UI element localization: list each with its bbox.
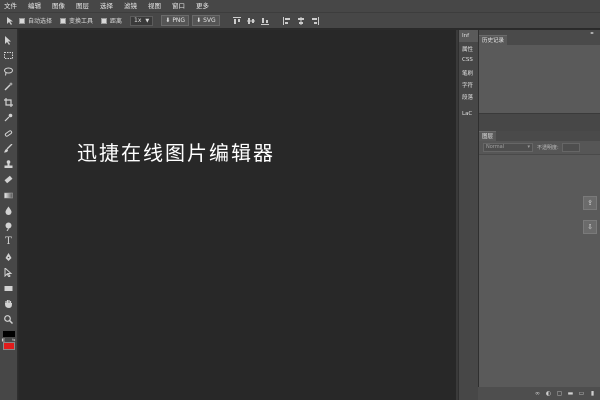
effects-icon[interactable]: ◐ <box>545 390 552 397</box>
tab-layers[interactable]: 图层 <box>479 131 497 141</box>
trash-icon[interactable]: ▮ <box>589 390 596 397</box>
zoom-icon[interactable] <box>2 312 16 326</box>
tools-panel: T ◧ ⇆ <box>0 29 18 400</box>
upload-icon: ⇪ <box>587 199 593 207</box>
tab-character[interactable]: 字符 <box>459 78 478 90</box>
stamp-icon[interactable] <box>2 157 16 171</box>
panel-tab-column: Inf 属性 CSS 笔刷 字符 段落 LaC <box>458 30 478 400</box>
auto-select-label: 自动选择 <box>28 18 53 25</box>
export-svg-button[interactable]: ⬇ SVG <box>192 15 220 26</box>
eyedropper-icon[interactable] <box>2 111 16 125</box>
download-icon: ⬇ <box>196 17 202 24</box>
menu-window[interactable]: 窗口 <box>172 0 185 12</box>
history-tab-bar: 历史记录 <box>479 35 600 45</box>
menu-layer[interactable]: 图层 <box>76 0 89 12</box>
menu-bar: 文件 编辑 图像 图层 选择 滤镜 视图 窗口 更多 <box>0 0 600 12</box>
menu-filter[interactable]: 滤镜 <box>124 0 137 12</box>
download-icon: ⬇ <box>165 17 171 24</box>
zoom-select[interactable]: 1x ▼ <box>130 15 154 26</box>
menu-select[interactable]: 选择 <box>100 0 113 12</box>
menu-file[interactable]: 文件 <box>4 0 17 12</box>
auto-select-option[interactable]: 自动选择 <box>19 16 52 25</box>
auto-select-checkbox[interactable] <box>19 17 25 24</box>
path-select-icon[interactable] <box>2 266 16 280</box>
lasso-icon[interactable] <box>2 64 16 78</box>
gradient-icon[interactable] <box>2 188 16 202</box>
tab-history[interactable]: 历史记录 <box>479 35 508 45</box>
tab-lac[interactable]: LaC <box>459 108 478 120</box>
opacity-label: 不透明度: <box>537 145 559 151</box>
align-center-icon[interactable] <box>297 16 306 25</box>
menu-more[interactable]: 更多 <box>196 0 209 12</box>
healing-icon[interactable] <box>2 126 16 140</box>
align-bottom-icon[interactable] <box>261 16 270 25</box>
marquee-icon[interactable] <box>2 49 16 63</box>
chevron-down-icon: ▼ <box>145 17 150 24</box>
brush-icon[interactable] <box>2 142 16 156</box>
menu-view[interactable]: 视图 <box>148 0 161 12</box>
layers-footer: ∞ ◐ ▢ ▬ ▭ ▮ <box>478 387 600 400</box>
distance-option[interactable]: 距离 <box>101 16 122 25</box>
tab-paragraph[interactable]: 段落 <box>459 90 478 102</box>
export-png-button[interactable]: ⬇ PNG <box>161 15 190 26</box>
tab-brush[interactable]: 笔刷 <box>459 66 478 78</box>
blur-icon[interactable] <box>2 204 16 218</box>
move-tool-icon <box>5 16 14 25</box>
transform-tools-label: 变换工具 <box>69 18 94 25</box>
panel-divider <box>479 113 600 131</box>
panel-upload-button[interactable]: ⇪ <box>583 196 597 210</box>
panel-download-button[interactable]: ⇩ <box>583 220 597 234</box>
canvas-area[interactable]: 迅捷在线图片编辑器 <box>19 30 456 400</box>
chevron-down-icon: ▾ <box>527 144 530 150</box>
crop-icon[interactable] <box>2 95 16 109</box>
background-color-swatch[interactable] <box>2 341 15 350</box>
layers-controls: Normal ▾ 不透明度: <box>479 141 600 155</box>
link-icon[interactable]: ∞ <box>534 390 541 397</box>
options-bar: 自动选择 变换工具 距离 1x ▼ ⬇ PNG ⬇ SVG <box>0 12 600 29</box>
opacity-input[interactable] <box>561 143 580 152</box>
mask-icon[interactable]: ▢ <box>556 390 563 397</box>
magic-wand-icon[interactable] <box>2 80 16 94</box>
align-left-icon[interactable] <box>283 16 292 25</box>
tab-css[interactable]: CSS <box>459 54 478 66</box>
right-panel: ◂▸ 历史记录 图层 Normal ▾ 不透明度: <box>478 30 600 400</box>
history-panel[interactable] <box>479 45 600 113</box>
transform-tools-checkbox[interactable] <box>60 17 67 24</box>
collapse-arrows-icon[interactable]: ◂▸ <box>590 30 594 35</box>
align-right-icon[interactable] <box>311 16 320 25</box>
pen-icon[interactable] <box>2 250 16 264</box>
align-top-icon[interactable] <box>233 16 242 25</box>
align-middle-icon[interactable] <box>247 16 256 25</box>
canvas-banner-text: 迅捷在线图片编辑器 <box>77 141 275 165</box>
new-layer-icon[interactable]: ▭ <box>578 390 585 397</box>
distance-label: 距离 <box>110 18 123 25</box>
transform-tools-option[interactable]: 变换工具 <box>60 16 93 25</box>
dodge-icon[interactable] <box>2 219 16 233</box>
eraser-icon[interactable] <box>2 173 16 187</box>
menu-image[interactable]: 图像 <box>52 0 65 12</box>
hand-icon[interactable] <box>2 297 16 311</box>
move-icon[interactable] <box>2 33 16 47</box>
zoom-value: 1x <box>134 16 142 24</box>
folder-icon[interactable]: ▬ <box>567 390 574 397</box>
layers-list[interactable] <box>479 155 600 400</box>
tab-properties[interactable]: 属性 <box>459 42 478 54</box>
layers-tab-bar: 图层 <box>479 131 600 141</box>
text-icon[interactable]: T <box>2 235 16 249</box>
download-icon: ⇩ <box>587 223 593 231</box>
blend-mode-select[interactable]: Normal ▾ <box>483 143 533 152</box>
tab-info[interactable]: Inf <box>459 30 478 42</box>
menu-edit[interactable]: 编辑 <box>28 0 41 12</box>
distance-checkbox[interactable] <box>101 17 108 24</box>
shape-icon[interactable] <box>2 281 16 295</box>
